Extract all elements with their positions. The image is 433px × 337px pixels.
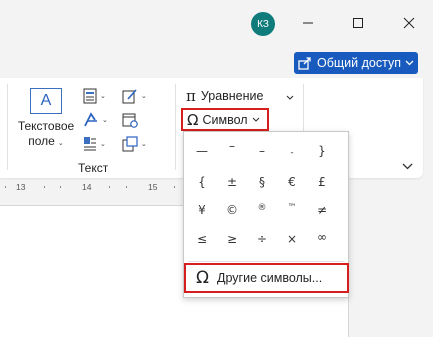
symbol-cell[interactable]: © bbox=[217, 197, 247, 223]
symbol-cell[interactable]: § bbox=[247, 169, 277, 195]
text-box-button[interactable]: A Текстовое поле ⌄ bbox=[14, 88, 78, 152]
chevron-down-icon: ⌄ bbox=[100, 93, 106, 100]
date-time-icon bbox=[122, 113, 138, 128]
pi-icon: π bbox=[186, 87, 196, 105]
symbol-cell[interactable]: ≥ bbox=[217, 226, 247, 252]
symbol-cell[interactable]: ± bbox=[217, 169, 247, 195]
text-box-label-line2: поле ⌄ bbox=[28, 134, 64, 148]
symbol-cell[interactable]: × bbox=[277, 226, 307, 252]
maximize-button[interactable] bbox=[346, 13, 370, 33]
minimize-button[interactable] bbox=[296, 13, 320, 33]
signature-line-button[interactable]: ⌄ bbox=[122, 86, 152, 106]
symbol-cell[interactable]: ÷ bbox=[247, 226, 277, 252]
quick-parts-button[interactable]: ⌄ bbox=[83, 86, 113, 106]
symbol-cell[interactable]: – bbox=[247, 138, 277, 164]
equation-button[interactable]: π Уравнение bbox=[186, 87, 294, 105]
symbol-cell[interactable]: ™ bbox=[277, 195, 307, 221]
symbol-cell[interactable]: ‑ bbox=[277, 140, 307, 166]
chevron-down-icon: ⌄ bbox=[141, 141, 147, 148]
equation-label: Уравнение bbox=[200, 89, 264, 103]
more-symbols-label: Другие символы... bbox=[217, 271, 323, 285]
maximize-icon bbox=[353, 18, 363, 28]
chevron-down-icon bbox=[405, 60, 414, 66]
chevron-down-icon bbox=[402, 163, 413, 170]
symbol-cell[interactable]: € bbox=[277, 169, 307, 195]
share-icon bbox=[298, 57, 311, 70]
close-button[interactable] bbox=[397, 13, 421, 33]
chevron-down-icon bbox=[286, 89, 294, 103]
scroll-area[interactable] bbox=[422, 205, 433, 337]
drop-cap-button[interactable]: ⌄ bbox=[83, 134, 113, 154]
symbol-label: Символ bbox=[202, 112, 248, 127]
symbol-cell[interactable]: ≠ bbox=[307, 197, 337, 223]
symbol-cell[interactable]: – bbox=[217, 133, 247, 159]
chevron-down-icon: ⌄ bbox=[100, 141, 106, 148]
drop-cap-icon bbox=[84, 137, 96, 151]
object-button[interactable]: ⌄ bbox=[122, 134, 152, 154]
symbol-cell[interactable]: ¥ bbox=[187, 197, 217, 223]
ruler-mark: 14 bbox=[82, 182, 92, 192]
text-group-label: Текст bbox=[78, 161, 109, 175]
ribbon-separator bbox=[175, 84, 176, 170]
share-label: Общий доступ bbox=[317, 56, 401, 70]
ribbon-separator bbox=[7, 84, 8, 170]
horizontal-ruler: 13 14 15 bbox=[0, 180, 185, 194]
object-icon bbox=[122, 136, 138, 152]
symbol-cell[interactable]: ∞ bbox=[307, 224, 337, 250]
omega-icon: Ω bbox=[196, 268, 209, 288]
chevron-down-icon bbox=[252, 117, 260, 122]
quick-parts-icon bbox=[83, 88, 97, 104]
ruler-mark: 13 bbox=[16, 182, 26, 192]
close-icon bbox=[403, 17, 415, 29]
collapse-ribbon-button[interactable] bbox=[402, 157, 413, 175]
share-button[interactable]: Общий доступ bbox=[294, 52, 418, 74]
symbol-cell[interactable]: { bbox=[187, 169, 217, 195]
wordart-icon bbox=[84, 112, 97, 127]
omega-icon: Ω bbox=[187, 110, 199, 129]
symbol-cell[interactable]: } bbox=[307, 138, 337, 164]
more-symbols-button[interactable]: Ω Другие символы... bbox=[184, 263, 349, 293]
user-avatar[interactable]: КЗ bbox=[251, 12, 275, 36]
symbol-cell[interactable]: ® bbox=[247, 195, 277, 221]
ruler-mark: 15 bbox=[148, 182, 158, 192]
chevron-down-icon: ⌄ bbox=[102, 117, 108, 124]
symbol-button[interactable]: Ω Символ bbox=[181, 108, 269, 131]
symbol-cell[interactable]: ≤ bbox=[187, 226, 217, 252]
date-time-button[interactable] bbox=[122, 110, 152, 130]
chevron-down-icon: ⌄ bbox=[141, 93, 147, 100]
text-box-label-line1: Текстовое bbox=[17, 119, 75, 133]
minimize-icon bbox=[303, 22, 313, 24]
panel-separator bbox=[188, 261, 344, 262]
symbol-cell[interactable]: £ bbox=[307, 169, 337, 195]
text-box-icon: A bbox=[30, 88, 62, 114]
symbol-cell[interactable]: — bbox=[187, 138, 217, 164]
signature-line-icon bbox=[122, 89, 137, 104]
wordart-button[interactable]: ⌄ bbox=[83, 110, 113, 130]
